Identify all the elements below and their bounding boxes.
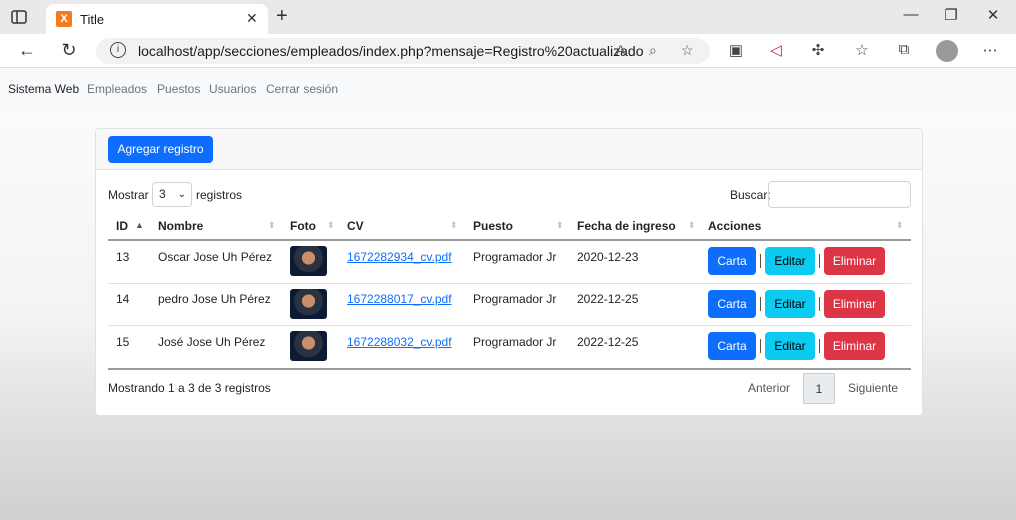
edit-button[interactable]: Editar — [765, 247, 815, 275]
sort-icon: ⬍ — [896, 220, 904, 230]
row-divider — [108, 283, 911, 284]
table-bottom-divider — [108, 368, 911, 370]
carta-button[interactable]: Carta — [708, 332, 756, 360]
header-foto[interactable]: Foto — [290, 219, 316, 233]
show-label: Mostrar — [108, 188, 149, 202]
zoom-icon[interactable]: ⌕ — [649, 42, 657, 59]
header-puesto[interactable]: Puesto — [473, 219, 513, 233]
sort-icon: ⬍ — [688, 220, 696, 230]
edit-button[interactable]: Editar — [765, 332, 815, 360]
header-fecha[interactable]: Fecha de ingreso — [577, 219, 676, 233]
nav-link-empleados[interactable]: Empleados — [87, 82, 147, 96]
separator — [819, 339, 820, 353]
employee-photo — [290, 246, 327, 276]
site-navbar: Sistema Web Empleados Puestos Usuarios C… — [0, 68, 1016, 110]
cell-puesto: Programador Jr — [473, 335, 557, 349]
more-options-icon[interactable]: ⋯ — [980, 41, 1000, 59]
edit-button[interactable]: Editar — [765, 290, 815, 318]
collections-icon[interactable]: ⧉ — [894, 41, 914, 58]
delete-button[interactable]: Eliminar — [824, 290, 885, 318]
delete-button[interactable]: Eliminar — [824, 247, 885, 275]
row-divider — [108, 325, 911, 326]
sort-icon: ⬍ — [268, 220, 276, 230]
employees-card: Agregar registro Mostrar 3 ⌄ registros B… — [95, 128, 923, 416]
table-info: Mostrando 1 a 3 de 3 registros — [108, 381, 271, 395]
sort-icon: ⬍ — [327, 220, 335, 230]
pagination-prev[interactable]: Anterior — [741, 373, 797, 404]
extensions-icon[interactable]: ✣ — [808, 41, 828, 59]
separator — [760, 339, 761, 353]
profile-avatar[interactable] — [936, 40, 958, 62]
sort-icon: ⬍ — [450, 220, 458, 230]
records-label: registros — [196, 188, 243, 202]
cell-puesto: Programador Jr — [473, 250, 557, 264]
cell-fecha: 2022-12-25 — [577, 292, 639, 306]
cell-nombre: pedro Jose Uh Pérez — [158, 292, 271, 306]
sort-icon: ⬍ — [556, 220, 564, 230]
carta-button[interactable]: Carta — [708, 247, 756, 275]
pagination-page-1[interactable]: 1 — [803, 373, 835, 404]
cv-link[interactable]: 1672282934_cv.pdf — [347, 250, 452, 264]
cv-link[interactable]: 1672288017_cv.pdf — [347, 292, 452, 306]
nav-link-usuarios[interactable]: Usuarios — [209, 82, 256, 96]
header-nombre[interactable]: Nombre — [158, 219, 203, 233]
search-input[interactable] — [768, 181, 911, 208]
tab-actions-icon[interactable] — [10, 8, 28, 26]
page-size-select[interactable]: 3 ⌄ — [152, 182, 192, 207]
separator — [760, 297, 761, 311]
cell-fecha: 2020-12-23 — [577, 250, 639, 264]
carta-button[interactable]: Carta — [708, 290, 756, 318]
header-cv[interactable]: CV — [347, 219, 364, 233]
refresh-icon[interactable]: ↻ — [58, 40, 80, 61]
back-icon[interactable]: ← — [16, 40, 38, 61]
cv-link[interactable]: 1672288032_cv.pdf — [347, 335, 452, 349]
browser-toolbar: ← ↻ i localhost/app/secciones/empleados/… — [0, 34, 1016, 68]
browser-tab-bar: X Title ✕ + — ❐ ✕ — [0, 0, 1016, 34]
site-info-icon[interactable]: i — [110, 42, 126, 58]
page-size-value: 3 — [159, 187, 166, 201]
xampp-favicon-icon: X — [56, 11, 72, 27]
media-icon[interactable]: ◁ — [766, 41, 786, 59]
close-tab-icon[interactable]: ✕ — [246, 10, 258, 27]
cell-fecha: 2022-12-25 — [577, 335, 639, 349]
navbar-brand[interactable]: Sistema Web — [8, 82, 79, 96]
header-acciones[interactable]: Acciones — [708, 219, 761, 233]
extension-icon[interactable]: ▣ — [726, 41, 746, 59]
add-record-button[interactable]: Agregar registro — [108, 136, 213, 163]
minimize-icon[interactable]: — — [902, 6, 920, 23]
address-bar[interactable]: i localhost/app/secciones/empleados/inde… — [96, 38, 710, 64]
cell-id: 14 — [116, 292, 130, 306]
url-text[interactable]: localhost/app/secciones/empleados/index.… — [138, 43, 644, 59]
favorite-add-icon[interactable]: ☆ — [681, 42, 694, 59]
separator — [760, 254, 761, 268]
separator — [819, 297, 820, 311]
sort-asc-icon: ▲ — [135, 220, 144, 230]
window-close-icon[interactable]: ✕ — [984, 6, 1002, 24]
favorites-icon[interactable]: ☆ — [852, 41, 872, 59]
header-id[interactable]: ID — [116, 219, 128, 233]
cell-puesto: Programador Jr — [473, 292, 557, 306]
nav-link-puestos[interactable]: Puestos — [157, 82, 200, 96]
nav-link-cerrar-sesion[interactable]: Cerrar sesión — [266, 82, 338, 96]
read-aloud-icon[interactable]: A — [616, 42, 625, 58]
employee-photo — [290, 289, 327, 319]
pagination-next[interactable]: Siguiente — [841, 373, 905, 404]
tab-title: Title — [80, 12, 105, 27]
delete-button[interactable]: Eliminar — [824, 332, 885, 360]
cell-nombre: Oscar Jose Uh Pérez — [158, 250, 273, 264]
header-divider — [108, 239, 911, 241]
employee-photo — [290, 331, 327, 361]
restore-icon[interactable]: ❐ — [942, 6, 960, 24]
card-header: Agregar registro — [96, 129, 922, 170]
new-tab-icon[interactable]: + — [276, 5, 288, 28]
search-label: Buscar: — [730, 188, 771, 202]
cell-id: 15 — [116, 335, 130, 349]
separator — [819, 254, 820, 268]
cell-nombre: José Jose Uh Pérez — [158, 335, 266, 349]
cell-id: 13 — [116, 250, 130, 264]
chevron-down-icon: ⌄ — [177, 189, 186, 200]
page-content: Sistema Web Empleados Puestos Usuarios C… — [0, 68, 1016, 520]
browser-tab[interactable]: X Title ✕ — [46, 4, 268, 34]
